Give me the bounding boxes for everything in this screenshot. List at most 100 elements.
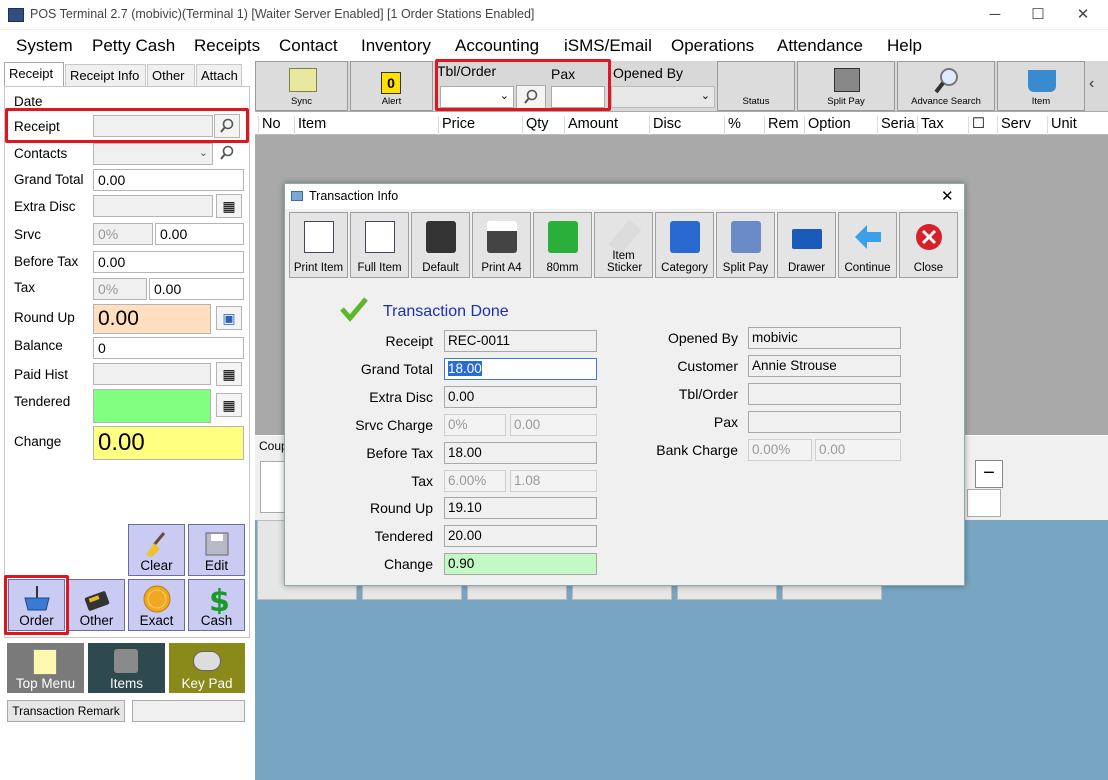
col-serv[interactable]: Serv	[997, 116, 1031, 135]
col-unit[interactable]: Unit	[1047, 116, 1077, 135]
other-payment-button[interactable]: Other	[68, 579, 125, 631]
menu-accounting[interactable]: Accounting	[455, 36, 539, 56]
magnifier-icon	[220, 145, 234, 160]
menu-help[interactable]: Help	[887, 36, 922, 56]
close-dialog-button[interactable]: Close	[899, 212, 958, 278]
col-disc[interactable]: Disc	[649, 116, 681, 135]
tax-value-field[interactable]: 0.00	[149, 278, 244, 300]
col-rem[interactable]: Rem	[764, 116, 799, 135]
clear-button[interactable]: Clear	[128, 524, 185, 576]
round-up-field[interactable]: 0.00	[93, 304, 211, 334]
col-tax[interactable]: Tax	[917, 116, 944, 135]
split-pay-toolbar-button[interactable]: Split Pay	[797, 61, 895, 111]
tab-other[interactable]: Other	[147, 64, 195, 86]
menu-attendance[interactable]: Attendance	[777, 36, 863, 56]
print-a4-button[interactable]: Print A4	[472, 212, 531, 278]
col-no[interactable]: No	[258, 116, 281, 135]
items-button[interactable]: Items	[88, 643, 165, 693]
dialog-tax-percent: 6.00%	[444, 470, 506, 492]
dialog-close-icon[interactable]: ✕	[941, 187, 954, 205]
advance-search-button[interactable]: Advance Search	[897, 61, 995, 111]
dialog-change-field: 0.90	[444, 553, 597, 575]
srvc-percent-field[interactable]: 0%	[93, 223, 153, 245]
alert-badge: 0	[381, 72, 401, 94]
print-item-button[interactable]: Print Item	[289, 212, 348, 278]
alert-button[interactable]: 0 Alert	[350, 61, 433, 111]
srvc-value-field[interactable]: 0.00	[155, 223, 244, 245]
tendered-field[interactable]	[93, 389, 211, 423]
continue-button[interactable]: Continue	[838, 212, 897, 278]
default-print-button[interactable]: Default	[411, 212, 470, 278]
svg-text:$: $	[209, 584, 230, 614]
category-print-button[interactable]: Category	[655, 212, 714, 278]
print-item-label: Print Item	[293, 262, 344, 274]
tab-receipt[interactable]: Receipt	[4, 62, 64, 86]
status-button[interactable]: Status	[717, 61, 795, 111]
table-pax-highlight	[435, 59, 611, 111]
print-a4-label: Print A4	[481, 262, 522, 274]
key-pad-button[interactable]: Key Pad	[169, 643, 245, 693]
close-window-button[interactable]: ✕	[1063, 4, 1103, 26]
document-icon	[33, 649, 57, 675]
split-pay-label: Split Pay	[722, 262, 769, 274]
minus-button[interactable]: −	[975, 460, 1003, 488]
tab-receipt-info[interactable]: Receipt Info	[65, 64, 146, 86]
printer-icon	[426, 221, 456, 253]
item-sticker-button[interactable]: Item Sticker	[594, 212, 653, 278]
col-percent[interactable]: %	[724, 116, 741, 135]
tendered-calculator-button[interactable]: ▦	[216, 393, 242, 417]
paid-hist-calculator-button[interactable]: ▦	[216, 362, 242, 386]
col-serial[interactable]: Seria	[877, 116, 915, 135]
maximize-button[interactable]: ☐	[1018, 4, 1058, 26]
tab-attach[interactable]: Attach	[196, 64, 242, 86]
menu-receipts[interactable]: Receipts	[194, 36, 260, 56]
round-up-screen-button[interactable]: ▣	[216, 306, 242, 330]
tax-percent-field[interactable]: 0%	[93, 278, 147, 300]
top-menu-button[interactable]: Top Menu	[7, 643, 84, 693]
key-pad-label: Key Pad	[181, 676, 233, 691]
col-price[interactable]: Price	[438, 116, 475, 135]
menu-contact[interactable]: Contact	[279, 36, 338, 56]
item-toolbar-button[interactable]: Item	[997, 61, 1085, 111]
coin-icon	[143, 585, 170, 613]
cash-button[interactable]: $ Cash	[188, 579, 245, 631]
full-item-label: Full Item	[357, 262, 402, 274]
col-amount[interactable]: Amount	[564, 116, 618, 135]
extra-disc-field[interactable]	[93, 195, 213, 217]
collapse-toolbar-button[interactable]: ‹	[1089, 75, 1094, 93]
drawer-button[interactable]: Drawer	[777, 212, 836, 278]
sync-button[interactable]: Sync	[255, 61, 348, 111]
transaction-remark-button[interactable]: Transaction Remark	[7, 700, 125, 722]
opened-by-dropdown[interactable]: ⌄	[611, 86, 715, 108]
menu-isms-email[interactable]: iSMS/Email	[564, 36, 652, 56]
dialog-title: Transaction Info	[309, 189, 399, 203]
col-option[interactable]: Option	[804, 116, 851, 135]
grand-total-selected-text: 18.00	[448, 361, 482, 376]
advance-search-label: Advance Search	[911, 96, 981, 107]
full-item-button[interactable]: Full Item	[350, 212, 409, 278]
menu-petty-cash[interactable]: Petty Cash	[92, 36, 175, 56]
contacts-search-button[interactable]	[214, 142, 240, 166]
dialog-grand-total-field[interactable]: 18.00	[444, 358, 597, 380]
dialog-title-bar: Transaction Info ✕	[285, 184, 964, 209]
order-highlight	[4, 575, 69, 635]
contacts-dropdown[interactable]: ⌄	[93, 143, 213, 165]
col-qty[interactable]: Qty	[522, 116, 549, 135]
menu-inventory[interactable]: Inventory	[361, 36, 431, 56]
grand-total-field: 0.00	[93, 169, 244, 191]
dialog-grand-total-label: Grand Total	[360, 361, 433, 377]
menu-operations[interactable]: Operations	[671, 36, 754, 56]
minimize-button[interactable]: ─	[975, 4, 1015, 26]
quantity-field[interactable]	[967, 489, 1001, 517]
print-80mm-button[interactable]: 80mm	[533, 212, 592, 278]
split-pay-print-button[interactable]: Split Pay	[716, 212, 775, 278]
edit-button[interactable]: Edit	[188, 524, 245, 576]
transaction-remark-field[interactable]	[132, 700, 245, 722]
close-label: Close	[913, 262, 944, 274]
col-checkbox[interactable]: ☐	[968, 116, 985, 135]
col-item[interactable]: Item	[294, 116, 326, 135]
dialog-opened-by-field: mobivic	[748, 327, 901, 349]
exact-button[interactable]: Exact	[128, 579, 185, 631]
extra-disc-calculator-button[interactable]: ▦	[216, 194, 242, 218]
menu-system[interactable]: System	[16, 36, 73, 56]
